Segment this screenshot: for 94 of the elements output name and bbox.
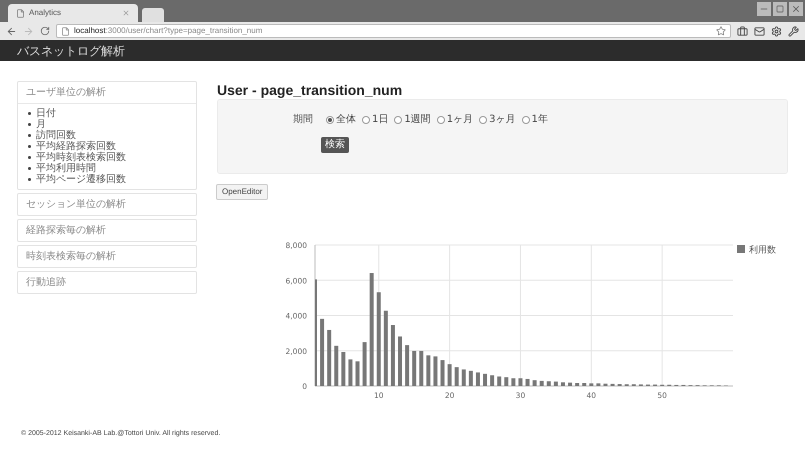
open-editor-button[interactable]: OpenEditor bbox=[216, 184, 268, 200]
bar bbox=[504, 377, 508, 386]
bar bbox=[483, 374, 488, 386]
bar bbox=[575, 383, 580, 386]
page-title: User - page_transition_num bbox=[217, 81, 404, 99]
bar bbox=[468, 370, 473, 386]
bar bbox=[454, 367, 459, 386]
period-label: 期間 bbox=[293, 112, 313, 127]
tab-title: Analytics bbox=[29, 7, 62, 19]
accordion-header[interactable]: ユーザ単位の解析 bbox=[18, 82, 196, 104]
radio-label[interactable]: 1週間 bbox=[404, 112, 431, 127]
sidebar-link[interactable]: 平均利用時間 bbox=[36, 163, 96, 174]
bar bbox=[405, 345, 410, 386]
bar bbox=[518, 378, 522, 386]
page-icon bbox=[61, 26, 70, 36]
radio-button[interactable] bbox=[522, 116, 530, 124]
bar bbox=[540, 380, 544, 386]
star-icon[interactable] bbox=[716, 26, 726, 36]
bar bbox=[554, 382, 558, 386]
bar bbox=[362, 342, 367, 386]
bar bbox=[341, 352, 346, 386]
bar bbox=[546, 381, 551, 386]
bar bbox=[497, 376, 502, 386]
bar bbox=[589, 383, 594, 386]
wrench-icon[interactable] bbox=[788, 26, 799, 36]
mail-icon[interactable] bbox=[754, 26, 765, 36]
bullet-icon bbox=[28, 123, 31, 126]
radio-label[interactable]: 1日 bbox=[372, 112, 388, 127]
page-icon bbox=[16, 8, 25, 18]
sidebar-link[interactable]: 月 bbox=[36, 119, 46, 130]
bar bbox=[327, 330, 332, 386]
bar bbox=[433, 356, 438, 386]
reload-icon[interactable] bbox=[40, 26, 50, 36]
radio-label[interactable]: 全体 bbox=[336, 112, 356, 127]
accordion-header[interactable]: 時刻表検索毎の解析 bbox=[18, 246, 196, 267]
bar bbox=[448, 364, 452, 386]
accordion-header[interactable]: セッション単位の解析 bbox=[18, 194, 196, 215]
bar bbox=[511, 378, 516, 386]
close-icon[interactable] bbox=[122, 9, 130, 17]
bar bbox=[490, 375, 494, 386]
bullet-icon bbox=[28, 112, 31, 115]
sidebar-link[interactable]: 平均時刻表検索回数 bbox=[36, 152, 126, 163]
bar bbox=[596, 383, 600, 386]
bar bbox=[462, 369, 466, 386]
forward-icon[interactable] bbox=[23, 26, 34, 36]
radio-button[interactable] bbox=[326, 116, 334, 124]
search-button[interactable]: 検索 bbox=[321, 137, 349, 153]
bullet-icon bbox=[28, 145, 31, 148]
bar bbox=[582, 383, 586, 386]
radio-button[interactable] bbox=[362, 116, 370, 124]
radio-label[interactable]: 1年 bbox=[532, 112, 548, 127]
bullet-icon bbox=[28, 156, 31, 159]
sidebar-link[interactable]: 訪問回数 bbox=[36, 130, 76, 141]
bar bbox=[398, 336, 402, 386]
sidebar-link[interactable]: 平均経路探索回数 bbox=[36, 141, 116, 152]
accordion-header[interactable]: 行動追跡 bbox=[18, 272, 196, 293]
bullet-icon bbox=[28, 134, 31, 137]
address-bar[interactable]: localhost:3000/user/chart?type=page_transition_num bbox=[56, 24, 731, 38]
close-icon[interactable] bbox=[789, 2, 803, 16]
bar bbox=[390, 325, 395, 386]
bar bbox=[568, 382, 572, 386]
bar bbox=[532, 380, 537, 386]
legend-label: 利用数 bbox=[749, 246, 776, 256]
bullet-icon bbox=[28, 178, 31, 181]
bar bbox=[320, 318, 324, 386]
radio-button[interactable] bbox=[436, 116, 445, 124]
bar bbox=[603, 384, 608, 386]
sidebar-link[interactable]: 日付 bbox=[36, 108, 56, 119]
bar bbox=[412, 350, 416, 386]
bar bbox=[334, 346, 338, 386]
bar bbox=[560, 382, 565, 386]
bar bbox=[610, 384, 615, 386]
sidebar-link[interactable]: 平均ページ遷移回数 bbox=[36, 174, 126, 185]
maximize-icon[interactable] bbox=[773, 2, 787, 16]
url-text: localhost:3000/user/chart?type=page_transition_num bbox=[74, 25, 262, 37]
bar bbox=[348, 359, 352, 386]
radio-button[interactable] bbox=[479, 116, 488, 124]
accordion-header[interactable]: 経路探索毎の解析 bbox=[18, 220, 196, 241]
back-icon[interactable] bbox=[6, 26, 17, 36]
bar bbox=[356, 361, 360, 386]
bar bbox=[419, 350, 424, 386]
bar bbox=[526, 378, 530, 386]
radio-button[interactable] bbox=[394, 116, 402, 124]
bar bbox=[476, 372, 480, 386]
radio-label[interactable]: 1ヶ月 bbox=[446, 112, 474, 127]
bullet-icon bbox=[28, 167, 31, 170]
browser-tab[interactable]: Analytics bbox=[8, 4, 138, 22]
minimize-icon[interactable] bbox=[757, 2, 771, 16]
brand-title[interactable]: バスネットログ解析 bbox=[17, 42, 125, 60]
bar bbox=[440, 360, 445, 386]
briefcase-icon[interactable] bbox=[737, 26, 748, 36]
settings-icon[interactable] bbox=[771, 26, 782, 36]
radio-label[interactable]: 3ヶ月 bbox=[489, 112, 516, 127]
bar bbox=[426, 355, 430, 386]
